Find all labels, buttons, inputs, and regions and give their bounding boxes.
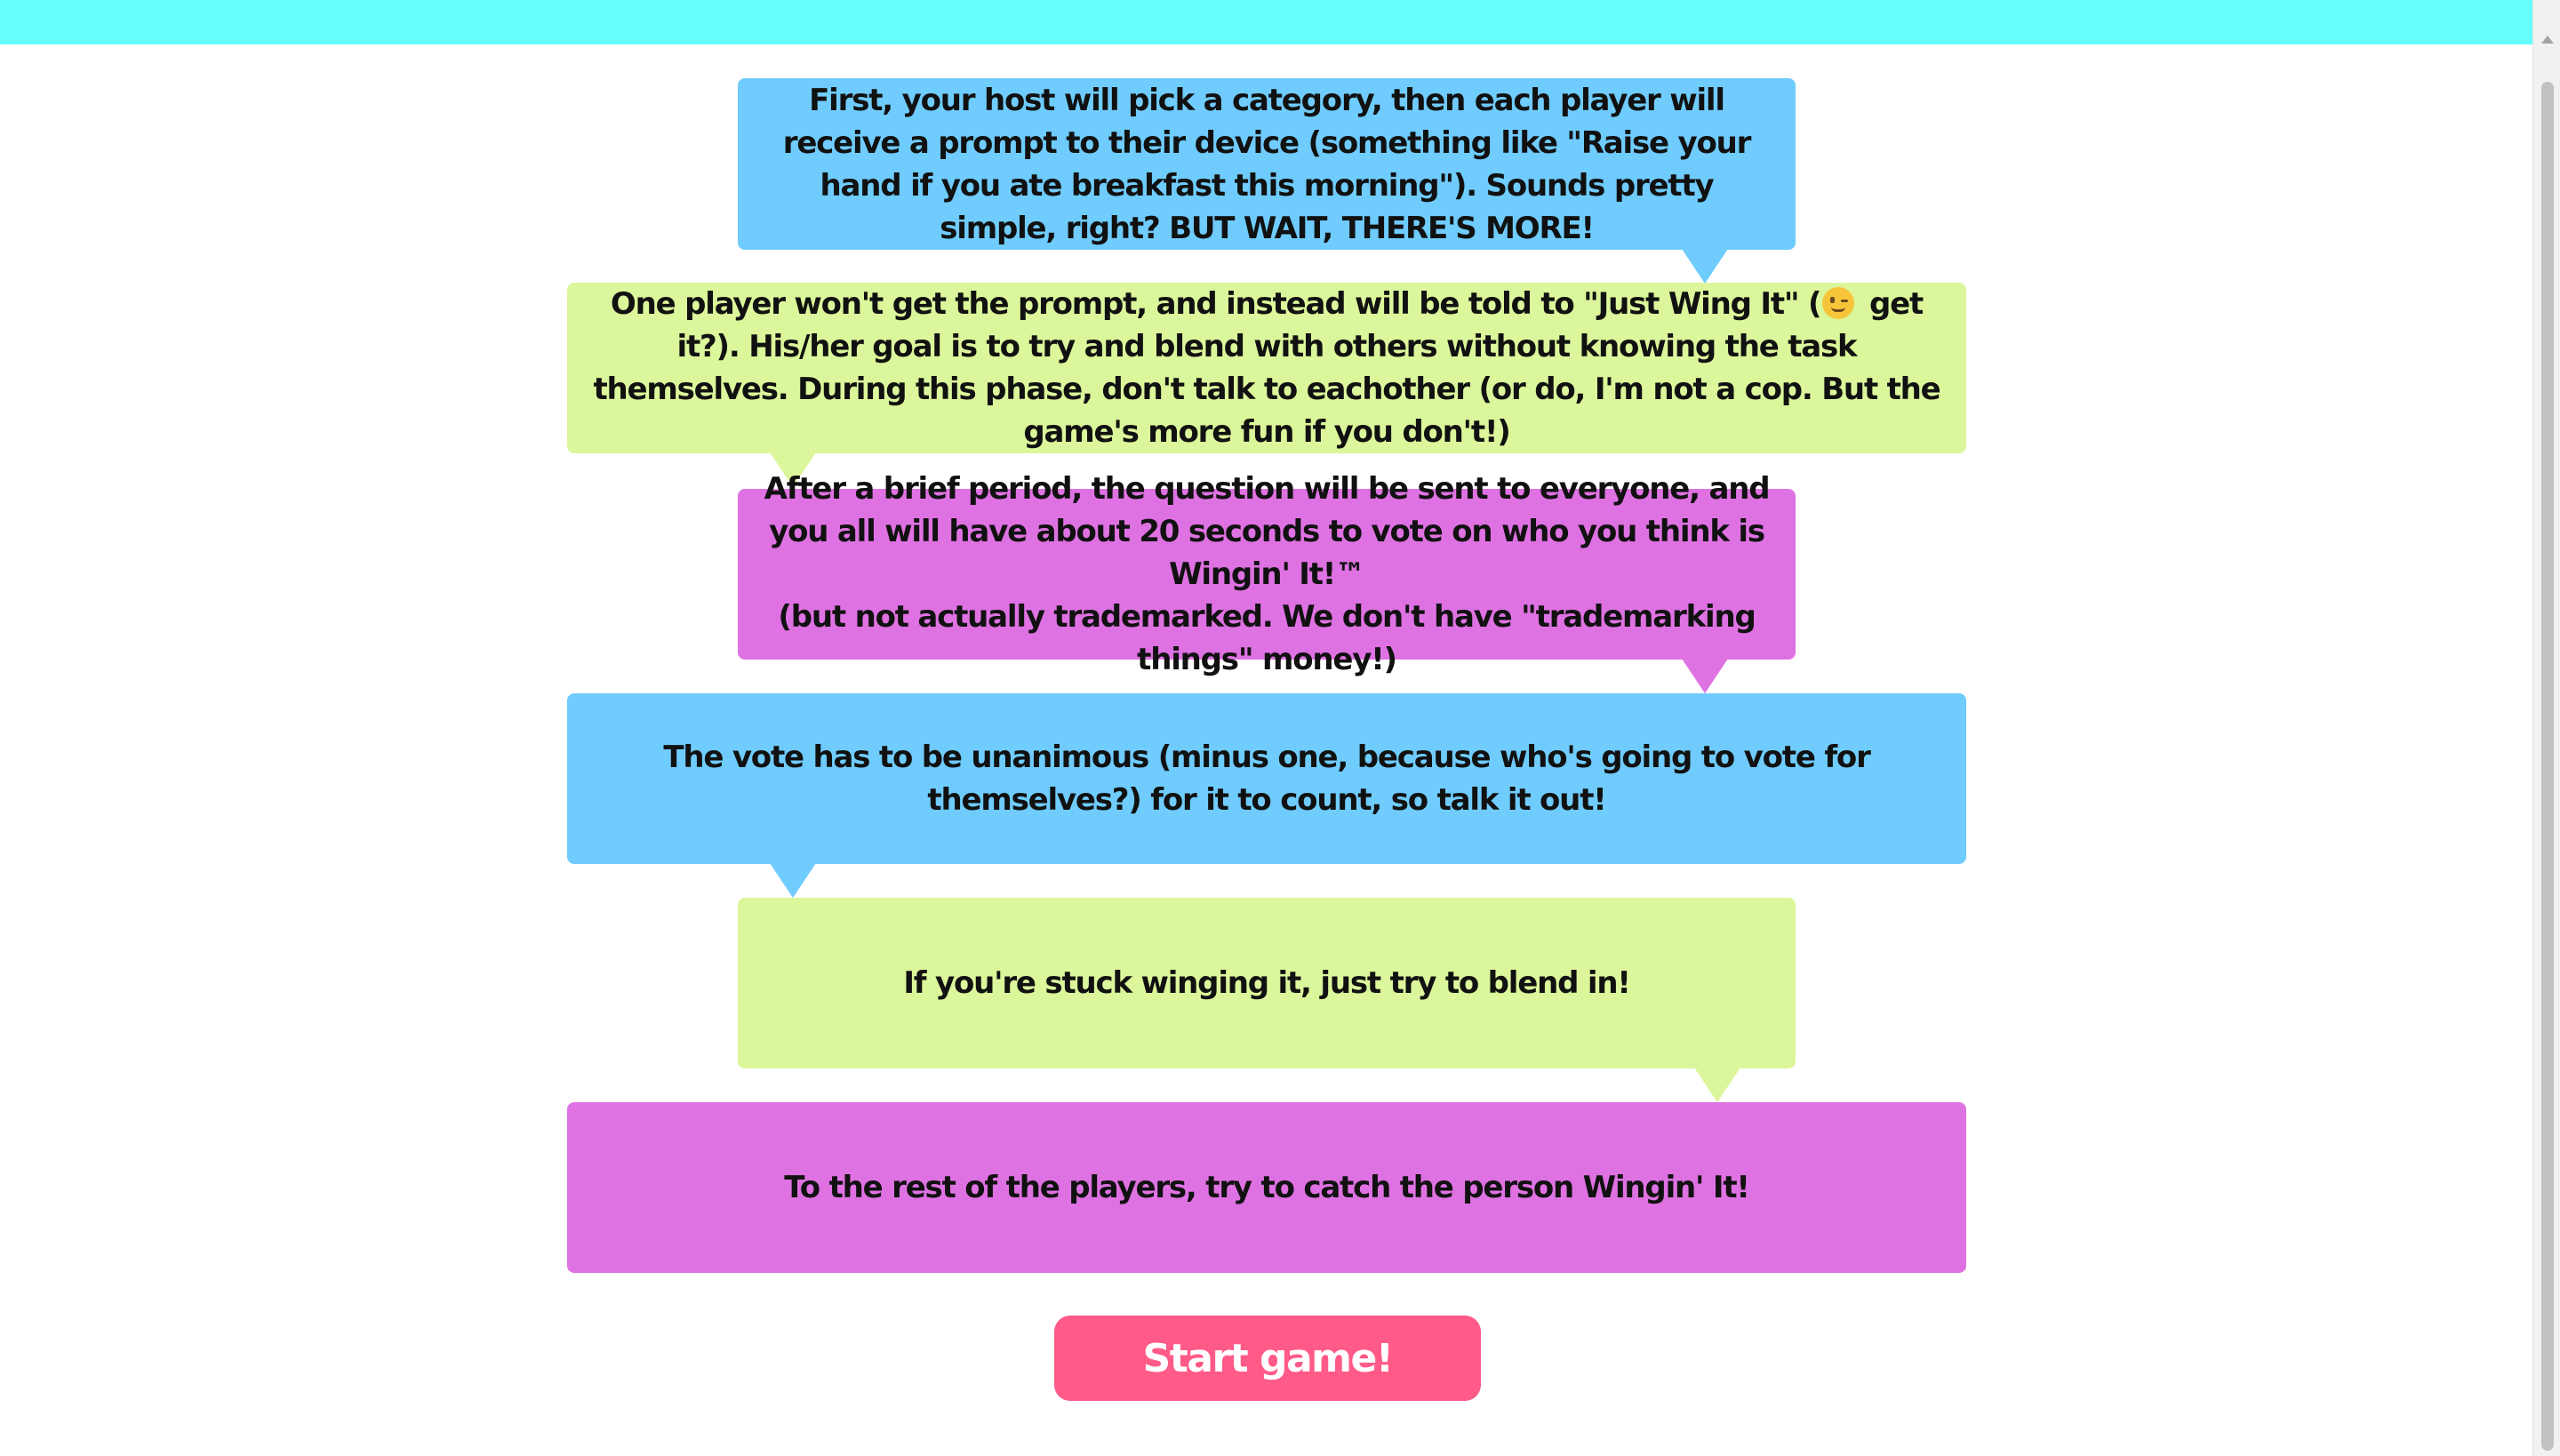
scrollbar-thumb[interactable]	[2541, 82, 2554, 1451]
top-bar	[0, 0, 2532, 44]
scroll-up-arrow-icon[interactable]	[2541, 36, 2554, 44]
step-1-bubble-tail	[1680, 246, 1730, 284]
step-2-bubble: One player won't get the prompt, and ins…	[567, 283, 1966, 453]
step-3-text-line2: (but not actually trademarked. We don't …	[778, 599, 1756, 677]
step-3-bubble: After a brief period, the question will …	[738, 471, 1796, 677]
page: First, your host will pick a category, t…	[0, 0, 2560, 1456]
step-3-text-line1: After a brief period, the question will …	[764, 471, 1771, 592]
step-1-text: First, your host will pick a category, t…	[782, 82, 1752, 246]
step-6-text: To the rest of the players, try to catch…	[784, 1170, 1750, 1205]
step-3-bubble-tail	[1680, 656, 1730, 693]
step-6-bubble: To the rest of the players, try to catch…	[567, 1102, 1966, 1273]
step-4-bubble-tail	[768, 860, 818, 898]
step-1-bubble: First, your host will pick a category, t…	[738, 78, 1796, 250]
step-2-text-start: One player won't get the prompt, and ins…	[610, 286, 1822, 322]
step-3-text: After a brief period, the question will …	[759, 468, 1774, 681]
step-5-bubble-tail	[1692, 1065, 1742, 1102]
winking-face-icon	[1822, 287, 1855, 319]
step-4-text: The vote has to be unanimous (minus one,…	[663, 740, 1870, 818]
vertical-scrollbar[interactable]	[2532, 0, 2560, 1456]
step-5-bubble: If you're stuck winging it, just try to …	[738, 898, 1796, 1068]
step-2-text: One player won't get the prompt, and ins…	[588, 283, 1945, 453]
start-game-button[interactable]: Start game!	[1054, 1316, 1481, 1401]
step-5-text: If you're stuck winging it, just try to …	[903, 965, 1631, 1001]
step-4-bubble: The vote has to be unanimous (minus one,…	[567, 693, 1966, 864]
